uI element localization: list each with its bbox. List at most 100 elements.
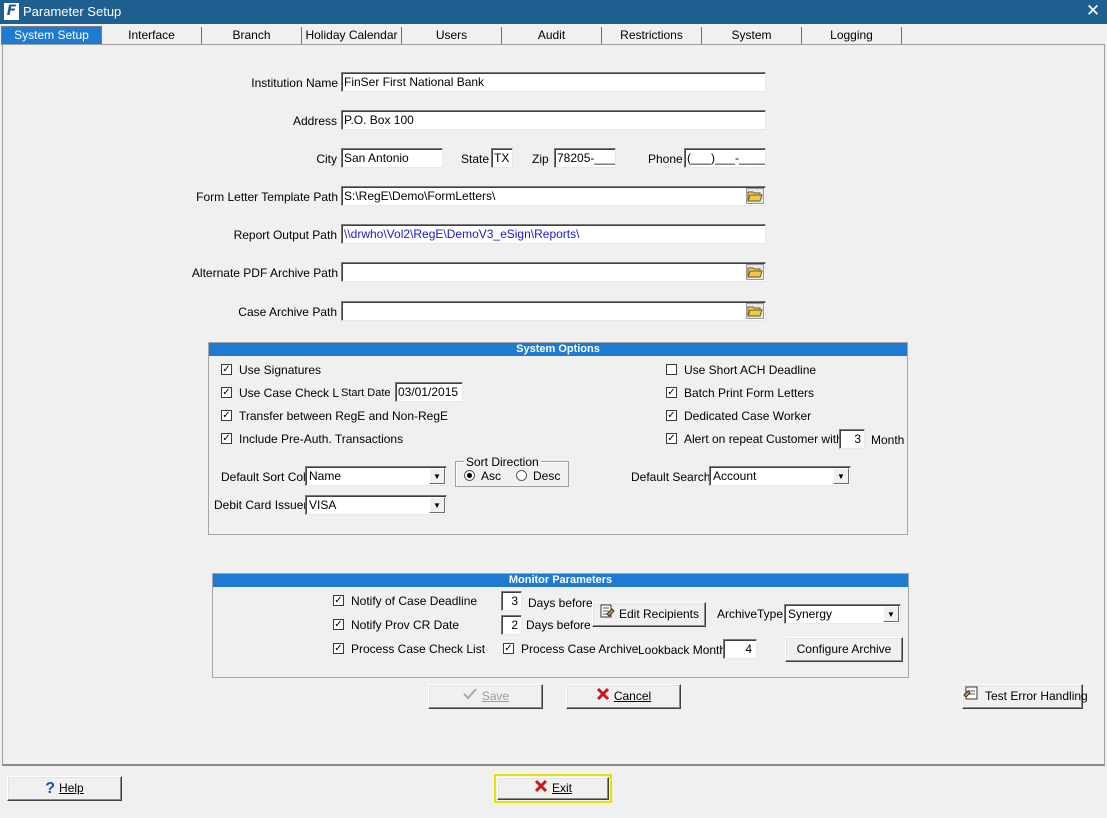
start-date-label: Start Date	[341, 387, 391, 399]
alt-pdf-path-input[interactable]	[341, 262, 766, 282]
tab-branch[interactable]: Branch	[202, 27, 302, 45]
transfer-between-label: Transfer between RegE and Non-RegE	[239, 409, 449, 423]
tab-restrictions[interactable]: Restrictions	[602, 27, 702, 45]
default-search-select[interactable]: Account ▼	[709, 466, 851, 486]
dedicated-worker-checkbox[interactable]: ✓	[666, 410, 677, 421]
edit-recipients-button[interactable]: Edit Recipients	[592, 602, 706, 627]
tab-interface[interactable]: Interface	[102, 27, 202, 45]
use-case-checklist-checkbox[interactable]: ✓	[221, 387, 232, 398]
tab-holiday-calendar[interactable]: Holiday Calendar	[302, 27, 402, 45]
chevron-down-icon[interactable]: ▼	[833, 468, 849, 484]
process-archive-label: Process Case Archive	[521, 642, 639, 656]
notify-deadline-label: Notify of Case Deadline	[351, 594, 478, 608]
institution-name-input[interactable]: FinSer First National Bank	[341, 72, 766, 92]
title-bar: F Parameter Setup ✕	[0, 0, 1107, 24]
default-search-value: Account	[713, 469, 757, 483]
lookback-label: Lookback Month	[638, 643, 727, 657]
red-x-icon	[596, 686, 610, 708]
archive-type-label: ArchiveType	[717, 607, 784, 621]
include-preauth-label: Include Pre-Auth. Transactions	[239, 432, 404, 446]
transfer-between-checkbox[interactable]: ✓	[221, 410, 232, 421]
address-input[interactable]: P.O. Box 100	[341, 110, 766, 130]
dedicated-worker-label: Dedicated Case Worker	[684, 409, 812, 423]
use-case-checklist-label: Use Case Check List	[239, 386, 339, 400]
prov-days-input[interactable]: 2	[501, 615, 522, 635]
zip-label: Zip	[532, 152, 549, 166]
form-letter-path-label: Form Letter Template Path	[196, 190, 338, 204]
chevron-down-icon[interactable]: ▼	[883, 606, 899, 622]
case-archive-path-input[interactable]	[341, 301, 766, 321]
exit-button[interactable]: Exit	[497, 777, 609, 800]
alert-months-input[interactable]: 3	[839, 429, 865, 449]
folder-open-icon[interactable]	[746, 303, 764, 319]
days-before-label: Days before	[526, 618, 591, 632]
archive-type-value: Synergy	[788, 607, 833, 621]
use-signatures-checkbox[interactable]: ✓	[221, 364, 232, 375]
month-label: Month	[871, 433, 905, 447]
cancel-button[interactable]: Cancel	[566, 684, 681, 709]
notify-prov-checkbox[interactable]: ✓	[333, 619, 344, 630]
tab-audit[interactable]: Audit	[502, 27, 602, 45]
error-test-icon	[963, 685, 981, 708]
save-button[interactable]: Save	[428, 684, 543, 709]
alert-repeat-checkbox[interactable]: ✓	[666, 433, 677, 444]
zip-input[interactable]: 78205-____	[554, 148, 616, 168]
institution-name-label: Institution Name	[251, 76, 338, 90]
default-sort-value: Name	[309, 469, 342, 483]
batch-print-checkbox[interactable]: ✓	[666, 387, 677, 398]
tab-system[interactable]: System	[702, 27, 802, 45]
lookback-input[interactable]: 4	[723, 639, 757, 659]
city-label: City	[316, 152, 337, 166]
help-label: Help	[59, 781, 84, 795]
debit-issuer-value: VISA	[309, 498, 337, 512]
address-label: Address	[292, 114, 337, 128]
case-archive-path-label: Case Archive Path	[238, 305, 337, 319]
chevron-down-icon[interactable]: ▼	[429, 497, 445, 513]
form-letter-path-input[interactable]: S:\RegE\Demo\FormLetters\	[341, 186, 766, 206]
test-error-label: Test Error Handling	[985, 689, 1088, 703]
alt-pdf-path-label: Alternate PDF Archive Path	[191, 266, 338, 280]
use-signatures-label: Use Signatures	[239, 363, 322, 377]
start-date-input[interactable]: 03/01/2015	[395, 382, 463, 402]
tab-system-setup[interactable]: System Setup	[1, 26, 102, 45]
save-label: Save	[481, 689, 510, 703]
phone-input[interactable]: (___)___-____	[684, 148, 766, 168]
default-search-label: Default Search	[631, 470, 711, 484]
notify-deadline-checkbox[interactable]: ✓	[333, 595, 344, 606]
use-short-ach-checkbox[interactable]	[666, 364, 677, 375]
archive-type-select[interactable]: Synergy ▼	[784, 604, 901, 624]
tab-logging[interactable]: Logging	[802, 27, 902, 45]
folder-open-icon[interactable]	[746, 264, 764, 280]
folder-open-icon[interactable]	[746, 188, 764, 204]
help-button[interactable]: ? Help	[7, 776, 122, 801]
sort-asc-radio[interactable]	[464, 470, 475, 481]
include-preauth-checkbox[interactable]: ✓	[221, 433, 232, 444]
sort-asc-label: Asc	[481, 469, 502, 483]
city-input[interactable]: San Antonio	[341, 148, 443, 168]
tab-users[interactable]: Users	[402, 27, 502, 45]
window-title: Parameter Setup	[23, 4, 122, 19]
report-output-path-input[interactable]: \\drwho\Vol2\RegE\DemoV3_eSign\Reports\	[341, 224, 766, 244]
use-short-ach-label: Use Short ACH Deadline	[684, 363, 817, 377]
state-input[interactable]: TX	[491, 148, 513, 168]
help-icon: ?	[45, 779, 56, 797]
checkmark-icon	[462, 686, 478, 708]
chevron-down-icon[interactable]: ▼	[429, 468, 445, 484]
sort-desc-radio[interactable]	[516, 470, 527, 481]
deadline-days-input[interactable]: 3	[501, 591, 522, 611]
state-label: State	[461, 152, 490, 166]
default-sort-select[interactable]: Name ▼	[305, 466, 447, 486]
configure-archive-button[interactable]: Configure Archive	[785, 637, 903, 662]
app-logo-icon: F	[4, 3, 19, 20]
sort-direction-label: Sort Direction	[464, 455, 541, 469]
close-icon[interactable]: ✕	[1084, 1, 1102, 21]
default-sort-label: Default Sort Col	[221, 470, 306, 484]
debit-issuer-select[interactable]: VISA ▼	[305, 495, 447, 515]
debit-issuer-label: Debit Card Issuer	[214, 498, 308, 512]
process-checklist-checkbox[interactable]: ✓	[333, 643, 344, 654]
days-before-label: Days before	[528, 596, 593, 610]
process-archive-checkbox[interactable]: ✓	[503, 643, 514, 654]
test-error-button[interactable]: Test Error Handling	[962, 684, 1088, 709]
edit-recipients-label: Edit Recipients	[618, 607, 700, 621]
phone-label: Phone	[648, 152, 683, 166]
